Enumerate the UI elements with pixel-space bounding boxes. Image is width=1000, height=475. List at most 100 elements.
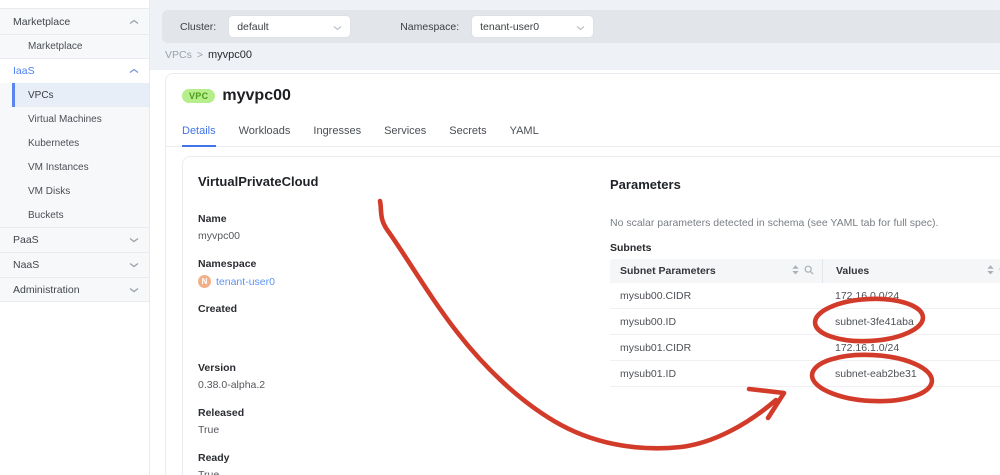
sidebar-item-virtual-machines[interactable]: Virtual Machines [0,107,149,131]
subnets-table: Subnet Parameters Values mysub00.CIDR 17… [610,259,1000,387]
summary-heading: VirtualPrivateCloud [198,174,319,189]
subnet-param-cell: mysub01.CIDR [620,341,692,354]
sidebar-item-label: VM Instances [28,161,89,173]
chevron-down-icon [129,237,139,243]
field-label-ready: Ready [198,452,230,464]
cluster-label: Cluster: [180,20,217,33]
sidebar-item-vpcs[interactable]: VPCs [0,83,149,107]
tab-ingresses[interactable]: Ingresses [313,125,361,147]
main-area: Cluster: default Namespace: tenant-user0… [150,0,1000,475]
breadcrumb-vpcs-link[interactable]: VPCs [165,49,192,61]
cluster-select-value: default [237,20,269,33]
sidebar-item-marketplace[interactable]: Marketplace [0,34,149,58]
sidebar-item-kubernetes[interactable]: Kubernetes [0,131,149,155]
field-label-name: Name [198,213,227,225]
sidebar-section-marketplace[interactable]: Marketplace [0,9,149,34]
subnets-table-header: Subnet Parameters Values [610,259,1000,283]
column-header-label: Values [836,265,870,277]
subnet-value-cell: subnet-eab2be31 [835,367,917,380]
namespace-label: Namespace: [400,20,460,33]
sidebar-item-label: Marketplace [28,41,83,52]
resource-summary: VirtualPrivateCloud Name myvpc00 Namespa… [198,157,588,475]
namespace-value-row: N tenant-user0 [198,275,588,288]
sidebar-section-label: IaaS [13,65,35,77]
tab-details[interactable]: Details [182,125,216,147]
chevron-down-icon [129,287,139,293]
field-value-created [198,316,588,330]
sidebar: Marketplace Marketplace IaaS VPCs Virtua… [0,0,150,475]
field-value-ready: True [198,469,220,475]
subnets-label: Subnets [610,242,652,254]
subnet-value-cell: subnet-3fe41aba [835,315,914,328]
column-header-icons [792,264,814,278]
column-header-values: Values [822,259,1000,283]
sort-icon[interactable] [792,264,799,278]
resource-header: VPC myvpc00 [182,87,291,105]
sidebar-item-label: Kubernetes [28,137,80,149]
subnet-value-cell: 172.16.0.0/24 [835,289,900,302]
field-value-version: 0.38.0-alpha.2 [198,379,266,391]
tab-workloads[interactable]: Workloads [239,125,291,147]
chevron-down-icon [333,25,342,31]
chevron-up-icon [129,68,139,74]
parameters-heading: Parameters [610,177,681,192]
sidebar-item-vm-disks[interactable]: VM Disks [0,179,149,203]
sidebar-section-label: Administration [13,283,80,296]
field-label-created: Created [198,303,238,315]
sidebar-section-label: PaaS [13,234,39,246]
sidebar-section-paas[interactable]: PaaS [0,227,149,252]
column-header-subnet-parameters: Subnet Parameters [610,259,822,283]
sidebar-item-label: Buckets [28,209,64,221]
namespace-avatar: N [198,275,211,288]
sidebar-item-label: VM Disks [28,185,71,197]
sidebar-item-vm-instances[interactable]: VM Instances [0,155,149,179]
sidebar-section-naas[interactable]: NaaS [0,252,149,277]
chevron-up-icon [129,19,139,25]
field-label-namespace: Namespace [198,258,257,270]
column-header-icons [987,264,1000,278]
subnet-param-cell: mysub01.ID [620,367,677,380]
field-value-released: True [198,424,220,436]
field-label-version: Version [198,362,236,374]
column-header-label: Subnet Parameters [620,265,716,277]
content-card: VPC myvpc00 Details Workloads Ingresses … [165,73,1000,475]
sidebar-section-administration[interactable]: Administration [0,277,149,302]
namespace-select[interactable]: tenant-user0 [471,15,595,38]
sidebar-section-label: NaaS [13,259,40,271]
field-label-released: Released [198,407,245,419]
tab-bar: Details Workloads Ingresses Services Sec… [182,125,1000,147]
sort-icon[interactable] [987,264,994,278]
search-icon[interactable] [804,265,814,278]
chevron-down-icon [129,262,139,268]
tab-secrets[interactable]: Secrets [449,125,486,147]
subnet-param-cell: mysub00.CIDR [620,289,692,302]
breadcrumb-current: myvpc00 [207,49,253,61]
table-row: mysub00.ID subnet-3fe41aba [610,309,1000,335]
breadcrumb: VPCs > myvpc00 [165,49,252,61]
page-title: myvpc00 [222,87,291,104]
tab-yaml[interactable]: YAML [510,125,539,147]
sidebar-item-label: Virtual Machines [28,113,102,125]
vpc-kind-badge: VPC [182,88,216,104]
context-toolbar: Cluster: default Namespace: tenant-user0 [162,10,1000,43]
subnet-param-cell: mysub00.ID [620,315,677,328]
table-row: mysub00.CIDR 172.16.0.0/24 [610,283,1000,309]
breadcrumb-separator: > [196,49,203,61]
sidebar-item-label: VPCs [28,89,54,101]
details-panel: VirtualPrivateCloud Name myvpc00 Namespa… [182,156,1000,475]
app-root: Marketplace Marketplace IaaS VPCs Virtua… [0,0,1000,475]
table-row: mysub01.CIDR 172.16.1.0/24 [610,335,1000,361]
sidebar-item-buckets[interactable]: Buckets [0,203,149,227]
parameters-section: Parameters No scalar parameters detected… [610,157,1000,387]
field-value-name: myvpc00 [198,230,241,242]
sidebar-section-iaas[interactable]: IaaS [0,58,149,83]
tab-services[interactable]: Services [384,125,426,147]
namespace-select-value: tenant-user0 [480,20,540,33]
cluster-select[interactable]: default [228,15,352,38]
subnet-value-cell: 172.16.1.0/24 [835,341,900,354]
sidebar-menu: Marketplace Marketplace IaaS VPCs Virtua… [0,8,149,302]
parameters-note: No scalar parameters detected in schema … [610,217,939,229]
sidebar-section-label: Marketplace [13,15,71,28]
namespace-link[interactable]: tenant-user0 [216,276,275,288]
chevron-down-icon [576,25,585,31]
